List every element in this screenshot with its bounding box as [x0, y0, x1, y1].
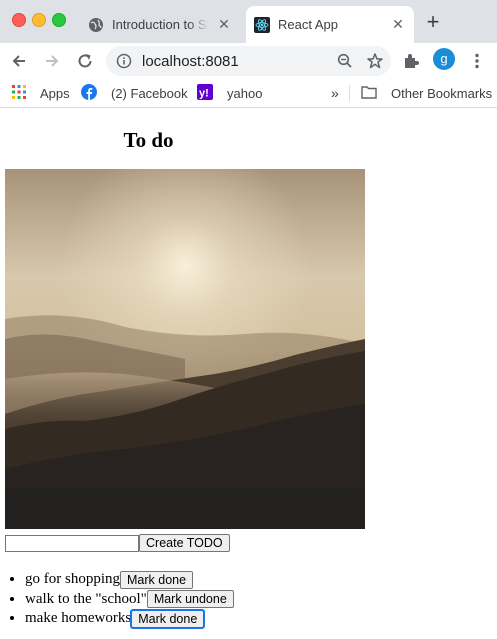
page-title: To do — [123, 128, 174, 152]
folder-icon — [361, 85, 384, 102]
tab-introduction[interactable]: Introduction to Sto ✕ — [80, 6, 240, 43]
bookmarks-bar: Apps (2) Facebook y! yahoo » Other Bookm… — [0, 79, 497, 108]
back-arrow-icon[interactable] — [7, 49, 31, 73]
todo-list: go for shoppingMark done walk to the "sc… — [0, 570, 234, 629]
yahoo-icon: y! — [197, 83, 220, 103]
new-todo-input[interactable] — [5, 534, 139, 552]
apps-grid-icon — [12, 84, 33, 102]
window-minimize-button[interactable] — [32, 13, 46, 27]
list-item: make homeworksMark done — [25, 608, 234, 629]
create-todo-button[interactable]: Create TODO — [139, 534, 230, 552]
list-item: walk to the "school"Mark undone — [25, 590, 234, 610]
tab-react-app[interactable]: React App ✕ — [246, 6, 414, 43]
zoom-icon[interactable] — [333, 49, 357, 73]
bookmark-apps[interactable]: Apps — [12, 83, 70, 103]
globe-icon — [88, 17, 104, 33]
new-tab-button[interactable]: + — [421, 11, 445, 34]
close-icon[interactable]: ✕ — [216, 16, 232, 33]
todo-text: go for shopping — [25, 571, 120, 587]
list-item: go for shoppingMark done — [25, 570, 234, 590]
other-bookmarks[interactable]: Other Bookmarks — [361, 83, 492, 103]
extensions-icon[interactable] — [399, 49, 423, 73]
bookmark-label: Apps — [40, 85, 70, 101]
bookmark-yahoo[interactable]: y! yahoo — [197, 83, 262, 103]
new-todo-form: Create TODO — [5, 534, 230, 552]
react-icon — [254, 16, 270, 33]
bookmark-label: yahoo — [227, 85, 263, 101]
mark-done-button[interactable]: Mark done — [130, 608, 206, 629]
hero-image — [5, 169, 365, 529]
window-zoom-button[interactable] — [52, 13, 66, 27]
info-icon[interactable] — [112, 49, 136, 73]
browser-toolbar: localhost:8081 g — [0, 43, 497, 79]
mark-done-button[interactable]: Mark done — [120, 570, 194, 589]
facebook-icon — [81, 83, 104, 103]
mark-undone-button[interactable]: Mark undone — [146, 590, 234, 609]
svg-text:y!: y! — [199, 87, 209, 99]
bookmark-star-icon[interactable] — [363, 49, 387, 73]
close-icon[interactable]: ✕ — [390, 16, 406, 33]
other-bookmarks-label: Other Bookmarks — [391, 85, 493, 101]
forward-arrow-icon[interactable] — [40, 49, 64, 73]
url-text: localhost:8081 — [142, 52, 239, 70]
profile-avatar[interactable]: g — [433, 48, 455, 70]
tab-strip: Introduction to Sto ✕ React App ✕ + — [0, 0, 497, 43]
bookmark-label: (2) Facebook — [111, 85, 188, 101]
todo-text: make homeworks — [25, 610, 132, 626]
page-content: To do Create TODO • go for shopping Mark… — [0, 108, 497, 639]
bookmarks-divider — [349, 85, 350, 101]
tab-title: React App — [278, 17, 338, 32]
bookmark-facebook[interactable]: (2) Facebook — [81, 83, 188, 103]
todo-text: walk to the "school" — [25, 590, 147, 607]
menu-kebab-icon[interactable] — [465, 49, 489, 73]
address-bar[interactable]: localhost:8081 — [106, 46, 391, 76]
reload-icon[interactable] — [73, 49, 97, 73]
bookmarks-overflow-button[interactable]: » — [331, 83, 339, 103]
tab-title: Introduction to Sto — [112, 17, 208, 32]
window-close-button[interactable] — [12, 13, 26, 27]
